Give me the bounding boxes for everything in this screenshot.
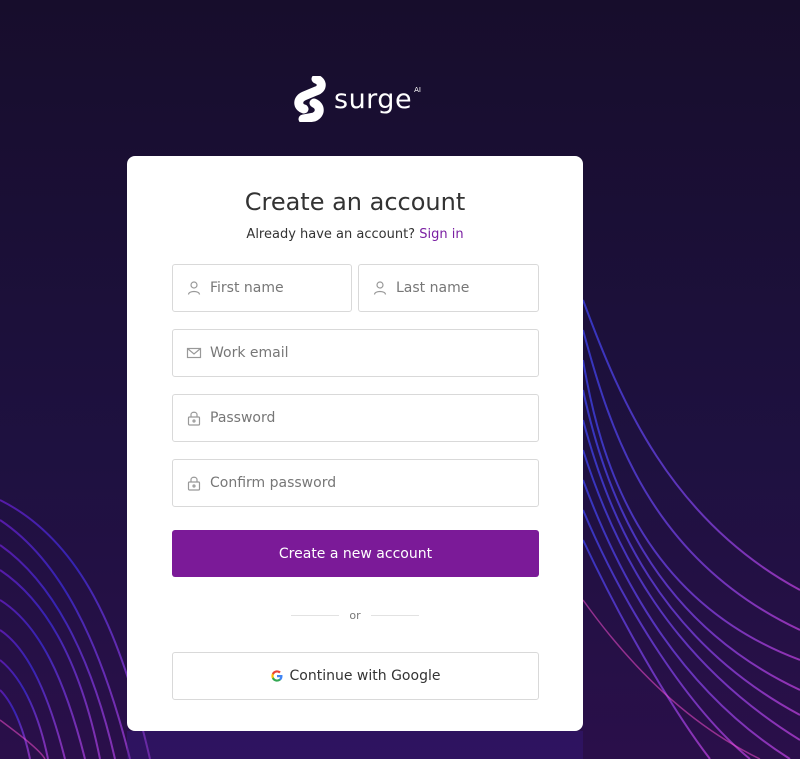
signin-prompt: Already have an account? Sign in — [127, 227, 583, 243]
confirm-password-input[interactable] — [210, 460, 538, 506]
signin-prompt-text: Already have an account? — [246, 227, 416, 242]
signup-card: Create an account Already have an accoun… — [127, 156, 583, 731]
continue-with-google-button[interactable]: Continue with Google — [172, 652, 539, 700]
user-icon — [187, 281, 201, 295]
last-name-field[interactable] — [358, 264, 539, 312]
work-email-input[interactable] — [210, 330, 538, 376]
google-button-label: Continue with Google — [289, 668, 441, 684]
work-email-field[interactable] — [172, 329, 539, 377]
page-title: Create an account — [244, 188, 466, 216]
first-name-input[interactable] — [210, 265, 351, 311]
create-account-button[interactable]: Create a new account — [172, 530, 539, 577]
or-divider: or — [291, 608, 419, 622]
user-icon — [373, 281, 387, 295]
envelope-icon — [186, 347, 202, 359]
signin-link[interactable]: Sign in — [419, 227, 463, 242]
password-field[interactable] — [172, 394, 539, 442]
brand-logo: surge AI — [292, 76, 421, 122]
last-name-input[interactable] — [396, 265, 538, 311]
lock-icon — [187, 476, 201, 491]
divider-label: or — [349, 608, 361, 622]
divider-line-left — [291, 614, 339, 616]
password-input[interactable] — [210, 395, 538, 441]
lock-icon — [187, 411, 201, 426]
first-name-field[interactable] — [172, 264, 352, 312]
confirm-password-field[interactable] — [172, 459, 539, 507]
brand-name: surge — [334, 83, 413, 115]
divider-line-right — [370, 614, 419, 616]
google-icon — [270, 670, 283, 682]
brand-superscript: AI — [414, 86, 421, 94]
surge-logo-icon — [294, 76, 326, 122]
